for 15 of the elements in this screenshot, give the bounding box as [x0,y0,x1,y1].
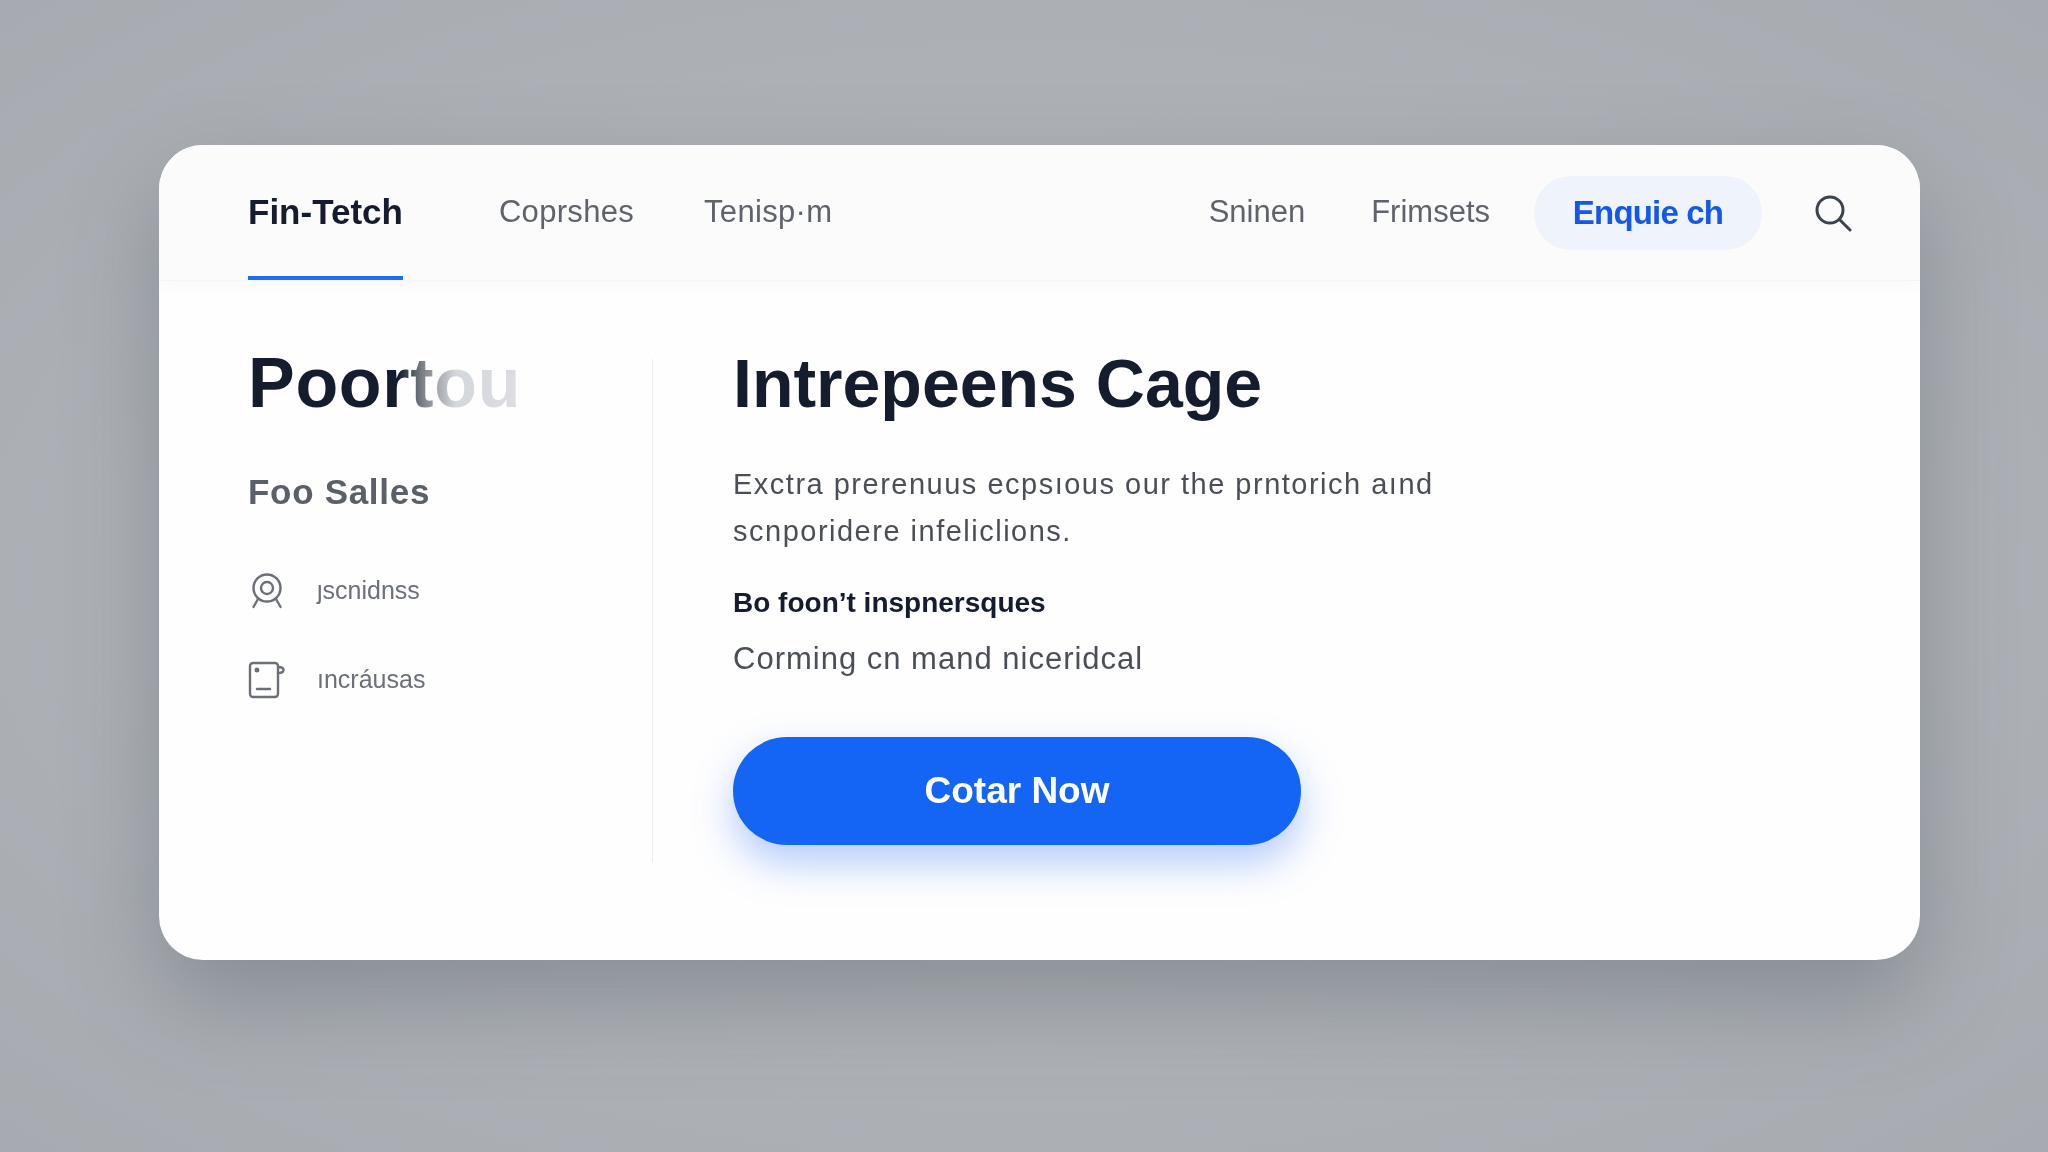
sidebar-link[interactable]: ıncráusas [248,661,426,699]
cta-button[interactable]: Cotar Now [733,737,1301,845]
sidebar-link[interactable]: ȷscnidnss [248,572,426,610]
nav-link[interactable]: Frimsets [1371,189,1490,236]
sidebar-subheading: Foo Salles [248,474,431,509]
nav-tab[interactable]: Fin-Tetch [248,145,403,280]
feature-heading: Bo foon’t inspnersques [733,586,1046,620]
search-icon[interactable] [1814,193,1852,232]
nav-tab[interactable]: Tenisp·m [704,145,833,280]
nav-link[interactable]: Sninen [1208,189,1306,236]
feature-text: Corming cn mand niceridcal [733,640,1144,678]
note-icon [248,661,286,699]
description-text: Exctra prerenuus ecpsıous our the prntorich aınd scnporidere infeliclions. [733,467,1435,549]
nav-tab[interactable]: Coprshes [498,145,635,280]
nav-pill-button[interactable]: Enquie ch [1534,175,1762,250]
